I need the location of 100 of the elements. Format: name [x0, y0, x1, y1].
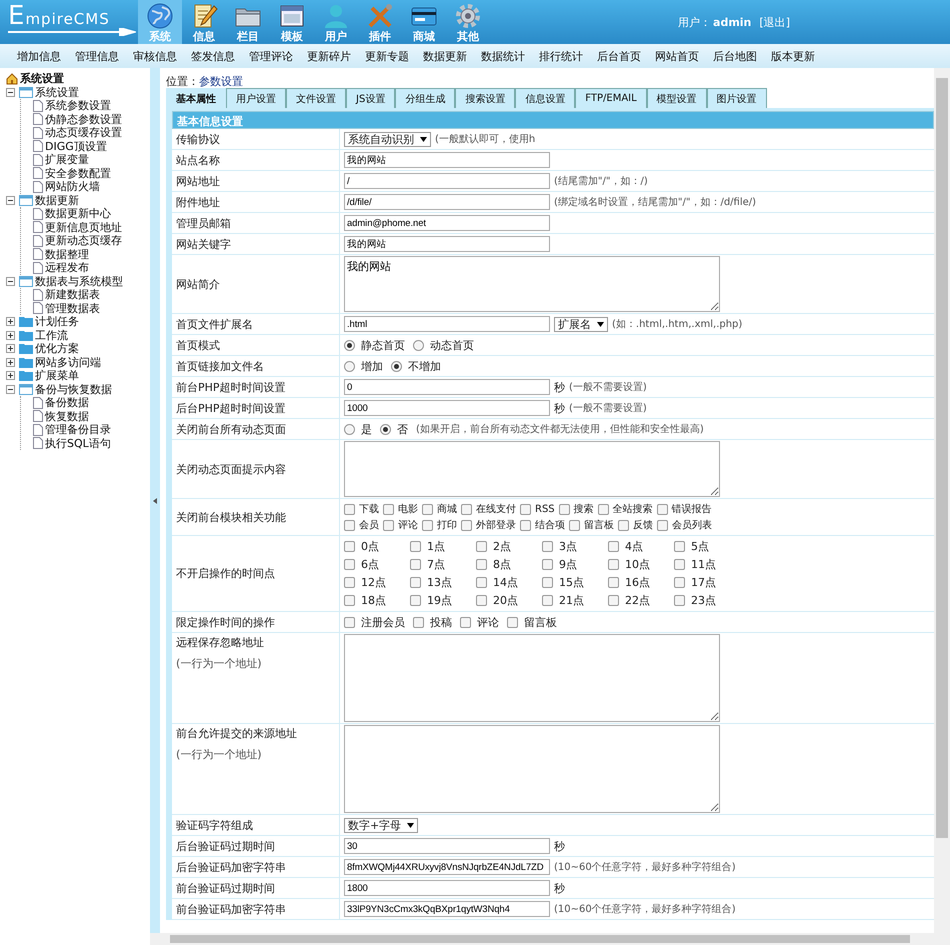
nav-tab[interactable]: 栏目 [226, 0, 270, 44]
radio-button[interactable] [344, 424, 355, 434]
input-field[interactable]: 30 [344, 838, 550, 854]
input-field[interactable]: 8fmXWQMj44XRUxyvj8VnsNJqrbZE4NJdL7ZD [344, 859, 550, 875]
tree-item[interactable]: 安全参数配置 [45, 166, 111, 181]
checkbox[interactable] [344, 559, 355, 570]
settings-tab[interactable]: FTP/EMAIL [575, 88, 647, 108]
nav-tab[interactable]: 模板 [270, 0, 314, 44]
checkbox[interactable] [569, 520, 580, 530]
tree-item[interactable]: 计划任务 [35, 314, 79, 330]
checkbox[interactable] [674, 577, 685, 588]
radio-button[interactable] [344, 360, 355, 372]
tree-item[interactable]: 管理备份目录 [45, 422, 111, 438]
radio-button[interactable] [391, 360, 402, 372]
checkbox[interactable] [410, 541, 421, 552]
text-area[interactable]: 我的网站 [344, 256, 720, 312]
input-field[interactable]: 我的网站 [344, 152, 550, 168]
tree-item[interactable]: 动态页缓存设置 [45, 125, 122, 140]
checkbox[interactable] [383, 520, 394, 530]
checkbox[interactable] [460, 616, 471, 628]
expand-toggle[interactable] [6, 88, 15, 97]
input-field[interactable]: 33lP9YN3cCmx3kQqBXpr1qytW3Nqh4 [344, 901, 550, 917]
checkbox[interactable] [657, 520, 668, 530]
checkbox[interactable] [344, 541, 355, 552]
checkbox[interactable] [608, 541, 619, 552]
menu-link[interactable]: 审核信息 [126, 48, 184, 64]
checkbox[interactable] [674, 541, 685, 552]
checkbox[interactable] [344, 595, 355, 606]
tree-item[interactable]: 更新动态页缓存 [45, 233, 122, 248]
checkbox[interactable] [520, 504, 531, 514]
checkbox[interactable] [461, 520, 472, 530]
checkbox[interactable] [542, 595, 553, 606]
select-field[interactable]: 扩展名 [554, 316, 608, 332]
nav-tab[interactable]: 信息 [182, 0, 226, 44]
tree-item[interactable]: 伪静态参数设置 [45, 112, 122, 127]
checkbox[interactable] [476, 541, 487, 552]
input-field[interactable]: 我的网站 [344, 236, 550, 252]
input-field[interactable]: 1800 [344, 880, 550, 896]
tree-item[interactable]: 更新信息页地址 [45, 220, 122, 235]
menu-link[interactable]: 网站首页 [648, 48, 706, 64]
checkbox[interactable] [422, 504, 433, 514]
tree-item[interactable]: 数据整理 [45, 246, 89, 262]
tree-item[interactable]: 网站防火墙 [45, 179, 100, 194]
checkbox[interactable] [542, 559, 553, 570]
tree-item[interactable]: 扩展变量 [45, 152, 89, 168]
settings-tab[interactable]: 模型设置 [646, 88, 707, 108]
input-field[interactable]: .html [344, 316, 550, 332]
menu-link[interactable]: 数据更新 [416, 48, 474, 64]
checkbox[interactable] [344, 616, 355, 628]
checkbox[interactable] [507, 616, 518, 628]
tree-item[interactable]: 数据更新 [35, 192, 79, 208]
select-field[interactable]: 数字+字母 [344, 818, 418, 832]
vertical-scrollbar[interactable] [934, 68, 950, 933]
checkbox[interactable] [656, 504, 668, 514]
checkbox[interactable] [558, 504, 570, 514]
radio-button[interactable] [413, 340, 424, 350]
tree-item[interactable]: 新建数据表 [45, 287, 100, 302]
tree-item[interactable]: 远程发布 [45, 260, 89, 276]
menu-link[interactable]: 更新专题 [358, 48, 416, 64]
text-area[interactable] [344, 634, 720, 722]
checkbox[interactable] [410, 595, 421, 606]
settings-tab[interactable]: 搜索设置 [455, 88, 516, 108]
expand-toggle[interactable] [6, 344, 15, 354]
settings-tab[interactable]: 信息设置 [515, 88, 576, 108]
checkbox[interactable] [422, 520, 433, 530]
checkbox[interactable] [344, 520, 355, 530]
tree-item[interactable]: 系统参数设置 [45, 98, 111, 114]
settings-tab[interactable]: 分组生成 [395, 88, 456, 108]
menu-link[interactable]: 数据统计 [474, 48, 532, 64]
tree-item[interactable]: 管理数据表 [45, 300, 100, 316]
tree-item[interactable]: 恢复数据 [45, 408, 89, 424]
checkbox[interactable] [674, 559, 685, 570]
checkbox[interactable] [476, 559, 487, 570]
expand-toggle[interactable] [6, 196, 15, 205]
menu-link[interactable]: 版本更新 [764, 48, 822, 64]
checkbox[interactable] [598, 504, 609, 514]
nav-tab[interactable]: 商城 [402, 0, 446, 44]
menu-link[interactable]: 管理信息 [68, 48, 126, 64]
input-field[interactable]: 0 [344, 379, 550, 395]
checkbox[interactable] [674, 595, 685, 606]
checkbox[interactable] [618, 520, 629, 530]
tree-item[interactable]: 优化方案 [35, 341, 79, 356]
expand-toggle[interactable] [6, 330, 15, 340]
nav-tab[interactable]: 其他 [446, 0, 490, 44]
checkbox[interactable] [413, 616, 424, 628]
horizontal-scrollbar[interactable] [150, 933, 950, 945]
input-field[interactable]: admin@phome.net [344, 215, 550, 231]
expand-toggle[interactable] [6, 384, 15, 394]
radio-button[interactable] [344, 340, 355, 350]
radio-button[interactable] [380, 424, 391, 434]
checkbox[interactable] [608, 595, 619, 606]
tree-item[interactable]: DIGG顶设置 [45, 138, 107, 154]
settings-tab[interactable]: 文件设置 [286, 88, 346, 108]
checkbox[interactable] [383, 504, 394, 514]
menu-link[interactable]: 增加信息 [10, 48, 68, 64]
menu-link[interactable]: 更新碎片 [300, 48, 358, 64]
checkbox[interactable] [520, 520, 531, 530]
tree-item[interactable]: 备份与恢复数据 [35, 382, 112, 397]
input-field[interactable]: /d/file/ [344, 194, 550, 210]
tree-item[interactable]: 工作流 [35, 328, 68, 343]
